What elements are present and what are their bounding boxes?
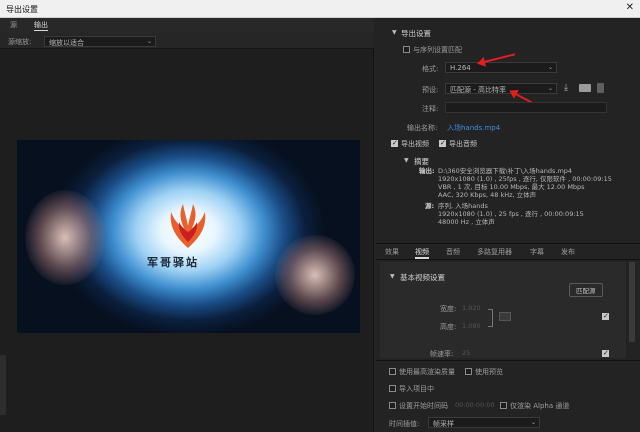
export-audio-checkbox[interactable] [439, 139, 446, 147]
framerate-value[interactable]: 25 [462, 349, 470, 357]
left-scrollbar[interactable] [0, 355, 6, 415]
video-settings-scrollbar[interactable] [629, 262, 635, 342]
export-settings-title: 导出设置 [401, 29, 431, 38]
preset-value: 匹配源 - 高比特率 [450, 86, 506, 94]
time-interpolation-label: 时间插值: [389, 420, 420, 428]
window-titlebar: 导出设置 ✕ [0, 0, 640, 18]
summary-output-line: D:\360安全浏览器下载\补丁\入场hands.mp4 [438, 167, 573, 175]
source-scaling-value: 缩放以适合 [49, 39, 84, 47]
summary-source-line: 序列, 入场hands [438, 202, 488, 210]
chevron-down-icon: ⌄ [146, 38, 152, 45]
delete-preset-icon[interactable] [597, 83, 604, 93]
link-bracket [488, 309, 493, 327]
basic-video-collapse-icon[interactable]: ▼ [390, 273, 395, 280]
width-value[interactable]: 1,920 [462, 304, 481, 312]
save-preset-icon[interactable]: ⤓ [564, 83, 568, 93]
summary-title: 摘要 [414, 157, 429, 166]
source-scaling-dropdown[interactable]: 缩放以适合 ⌄ [44, 36, 156, 47]
height-value[interactable]: 1,080 [462, 322, 481, 330]
match-source-button[interactable]: 匹配源 [569, 283, 603, 297]
comment-input[interactable] [445, 102, 607, 113]
preset-label: 预设: [422, 86, 439, 94]
divider [376, 259, 640, 260]
tab-video[interactable]: 视频 [415, 247, 429, 259]
chevron-down-icon: ⌄ [547, 64, 553, 71]
set-start-timecode-label: 设置开始时间码 [399, 402, 448, 410]
export-audio-label: 导出音频 [449, 140, 477, 148]
framerate-match-checkbox[interactable] [602, 349, 609, 357]
output-name-link[interactable]: 入场hands.mp4 [447, 123, 500, 133]
tab-output[interactable]: 输出 [34, 20, 48, 31]
width-label: 宽度: [440, 305, 457, 313]
summary-collapse-icon[interactable]: ▼ [404, 157, 409, 164]
format-dropdown[interactable]: H.264 ⌄ [445, 62, 557, 73]
render-alpha-only-checkbox[interactable] [500, 402, 507, 409]
time-interpolation-dropdown[interactable]: 帧采样 ⌄ [428, 417, 540, 428]
max-render-quality-label: 使用最高渲染质量 [399, 368, 455, 376]
framerate-label: 帧速率: [430, 350, 454, 358]
use-previews-checkbox[interactable] [465, 368, 472, 375]
tab-multiplexer[interactable]: 多路复用器 [477, 247, 512, 257]
link-chain-icon[interactable] [499, 312, 511, 321]
right-hand-shape [275, 235, 355, 315]
tab-effects[interactable]: 效果 [385, 247, 399, 257]
left-hand-shape [25, 190, 105, 285]
summary-source-line: 1920x1080 (1.0) , 25 fps , 逐行 , 00:00:09… [438, 210, 584, 218]
tab-audio[interactable]: 音频 [446, 247, 460, 257]
phoenix-logo-icon [170, 204, 206, 248]
import-preset-icon[interactable] [579, 84, 591, 92]
format-label: 格式: [422, 65, 439, 73]
divider [376, 243, 640, 244]
import-into-project-checkbox[interactable] [389, 385, 396, 392]
comment-label: 注释: [422, 105, 439, 113]
height-label: 高度: [440, 323, 457, 331]
preset-dropdown[interactable]: 匹配源 - 高比特率 ⌄ [445, 83, 557, 94]
max-render-quality-checkbox[interactable] [389, 368, 396, 375]
tab-captions[interactable]: 字幕 [530, 247, 544, 257]
use-previews-label: 使用预览 [475, 368, 503, 376]
render-alpha-only-label: 仅渲染 Alpha 通道 [510, 402, 570, 410]
export-video-label: 导出视频 [401, 140, 429, 148]
tab-source[interactable]: 源 [10, 20, 17, 30]
preview-logo-text: 军哥驿站 [147, 256, 199, 269]
output-name-label: 输出名称: [407, 124, 438, 132]
width-height-match-checkbox[interactable] [602, 312, 609, 320]
summary-output-label: 输出: [419, 167, 435, 175]
start-timecode-value[interactable]: 00:00:00:00 [455, 401, 495, 409]
left-tabs: 源 输出 [0, 18, 374, 33]
match-sequence-label: 与序列设置匹配 [413, 46, 462, 54]
video-preview: 军哥驿站 [17, 140, 360, 333]
import-into-project-label: 导入项目中 [399, 385, 434, 393]
summary-source-label: 源: [425, 202, 435, 210]
summary-output-line: 1920x1080 (1.0) , 25fps , 逐行, 仅限软件 , 00:… [438, 175, 612, 183]
export-video-checkbox[interactable] [391, 139, 398, 147]
summary-output-line: AAC, 320 Kbps, 48 kHz, 立体声 [438, 191, 537, 199]
summary-source-line: 48000 Hz , 立体声 [438, 218, 495, 226]
close-icon[interactable]: ✕ [626, 2, 634, 14]
format-value: H.264 [450, 64, 471, 72]
collapse-arrow-icon[interactable]: ▼ [392, 29, 397, 36]
summary-output-line: VBR , 1 次, 目标 10.00 Mbps, 最大 12.00 Mbps [438, 183, 585, 191]
basic-video-settings-title: 基本视频设置 [400, 273, 445, 282]
match-sequence-checkbox[interactable] [403, 46, 410, 53]
window-title: 导出设置 [6, 5, 38, 14]
tab-publish[interactable]: 发布 [561, 247, 575, 257]
set-start-timecode-checkbox[interactable] [389, 402, 396, 409]
source-scaling-label: 源缩放: [8, 38, 32, 46]
chevron-down-icon: ⌄ [530, 419, 536, 426]
chevron-down-icon: ⌄ [547, 85, 553, 92]
time-interpolation-value: 帧采样 [433, 420, 454, 428]
